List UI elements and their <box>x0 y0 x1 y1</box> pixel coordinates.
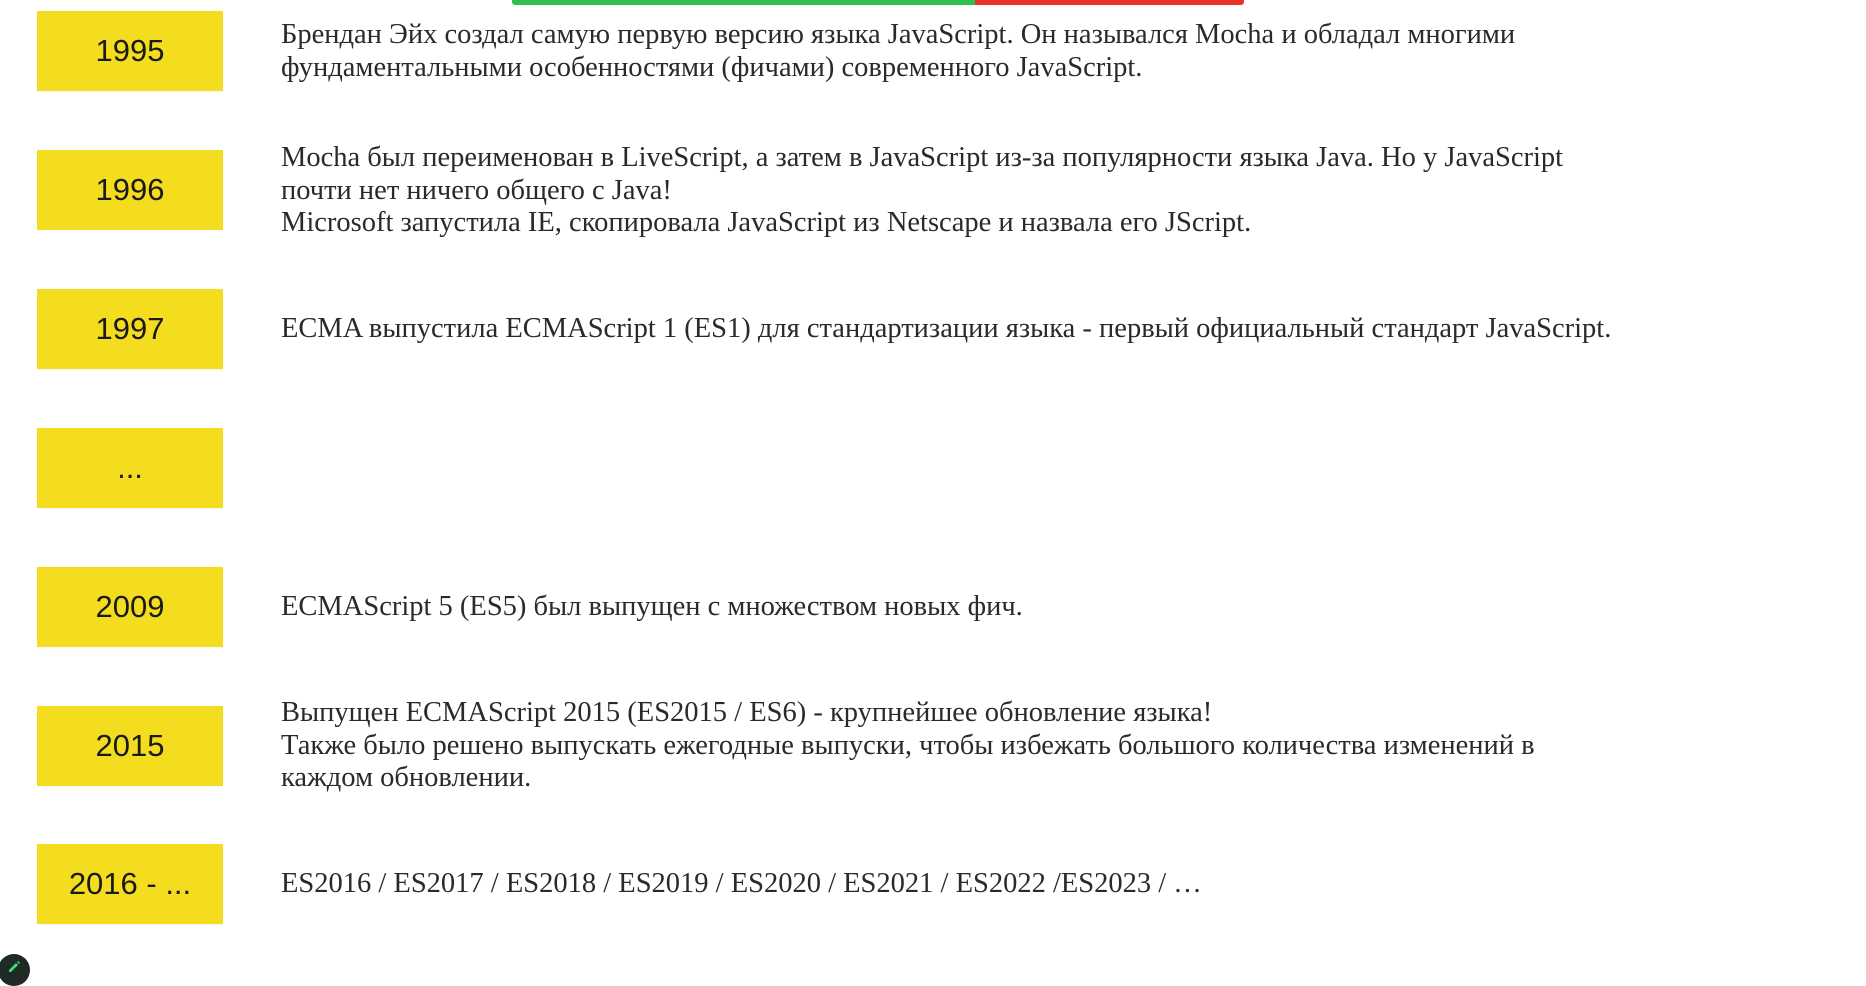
year-badge: 2016 - ... <box>37 844 223 924</box>
year-badge: 1997 <box>37 289 223 369</box>
timeline-description: Выпущен ECMAScript 2015 (ES2015 / ES6) -… <box>281 697 1821 795</box>
timeline-description: Mocha был переименован в LiveScript, а з… <box>281 142 1821 240</box>
year-badge: 2009 <box>37 567 223 647</box>
description-line: ECMA выпустила ECMAScript 1 (ES1) для ст… <box>281 313 1612 344</box>
description-line: почти нет ничего общего с Java! <box>281 174 672 206</box>
description-line: ECMAScript 5 (ES5) был выпущен с множест… <box>281 591 1023 622</box>
timeline-description: Брендан Эйх создал самую первую версию я… <box>281 19 1821 84</box>
timeline: 1995 Брендан Эйх создал самую первую вер… <box>0 0 1866 971</box>
year-badge: 1995 <box>37 11 223 91</box>
year-badge: 2015 <box>37 706 223 786</box>
description-line: Mocha был переименован в LiveScript, а з… <box>281 142 1564 173</box>
description-line: каждом обновлении. <box>281 762 532 793</box>
timeline-description: ES2016 / ES2017 / ES2018 / ES2019 / ES20… <box>281 868 1821 901</box>
description-line: фундаментальными особенностями (фичами) … <box>281 51 1143 83</box>
year-badge: ... <box>37 428 223 508</box>
description-line: ES2016 / ES2017 / ES2018 / ES2019 / ES20… <box>281 868 1202 899</box>
edit-button[interactable] <box>0 954 30 986</box>
description-line: Брендан Эйх создал самую первую версию я… <box>281 19 1516 50</box>
pencil-icon <box>9 961 20 972</box>
timeline-description: ECMAScript 5 (ES5) был выпущен с множест… <box>281 591 1821 624</box>
timeline-description: ECMA выпустила ECMAScript 1 (ES1) для ст… <box>281 313 1821 346</box>
year-badge: 1996 <box>37 150 223 230</box>
description-line: Выпущен ECMAScript 2015 (ES2015 / ES6) -… <box>281 697 1213 728</box>
description-line: Также было решено выпускать ежегодные вы… <box>281 729 1535 761</box>
description-line: Microsoft запустила IE, скопировала Java… <box>281 207 1252 238</box>
